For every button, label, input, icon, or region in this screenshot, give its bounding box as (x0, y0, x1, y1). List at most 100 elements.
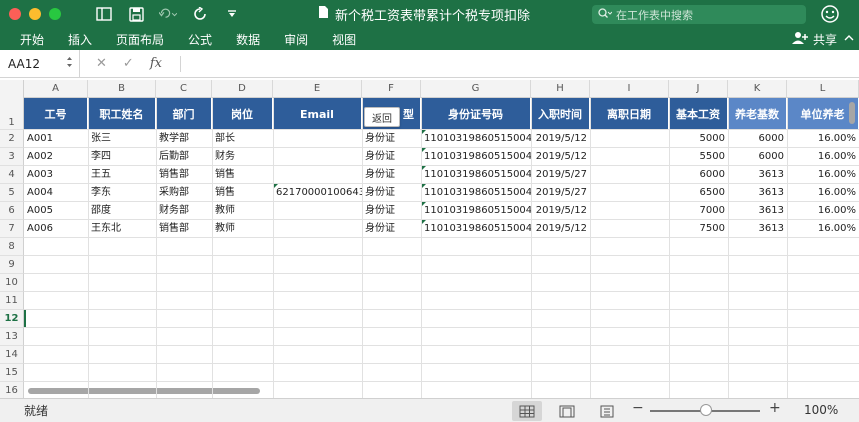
table-cell[interactable]: 3613 (728, 202, 787, 220)
back-button[interactable]: 返回 (364, 107, 400, 127)
table-cell[interactable]: 教师 (212, 202, 273, 220)
table-cell[interactable]: A006 (24, 220, 88, 238)
table-cell[interactable] (273, 220, 362, 238)
column-header-f[interactable]: F (362, 80, 421, 98)
worksheet-grid[interactable]: ABCDEFGHIJKL 工号 职工姓名 部门 岗位 Email 型身份证号码 入职时间 离职… (0, 78, 859, 398)
table-cell[interactable]: 3613 (728, 166, 787, 184)
table-cell[interactable]: 16.00% (787, 202, 859, 220)
sidebar-toggle-icon[interactable] (95, 5, 113, 23)
table-cell[interactable]: 2019/5/12 (531, 130, 590, 148)
table-cell[interactable]: 62170000100643600 (273, 184, 362, 202)
column-header-l[interactable]: L (787, 80, 859, 98)
table-cell[interactable]: 2019/5/12 (531, 148, 590, 166)
name-box-stepper-icon[interactable] (66, 56, 73, 71)
table-cell[interactable]: 身份证 (362, 130, 421, 148)
tab-home[interactable]: 开始 (0, 31, 56, 48)
vertical-scrollbar[interactable] (849, 102, 855, 124)
row-header-3[interactable]: 3 (0, 148, 24, 166)
table-cell[interactable]: 采购部 (156, 184, 212, 202)
confirm-entry-icon[interactable]: ✓ (123, 56, 134, 71)
horizontal-scrollbar[interactable] (28, 388, 260, 394)
table-cell[interactable]: 身份证 (362, 148, 421, 166)
minimize-window-button[interactable] (29, 8, 41, 20)
select-all-corner[interactable] (0, 80, 24, 98)
row-header-9[interactable]: 9 (0, 256, 24, 274)
row-header-2[interactable]: 2 (0, 130, 24, 148)
table-cell[interactable]: 110103198605150041 (421, 130, 531, 148)
table-cell[interactable]: 教学部 (156, 130, 212, 148)
row-header-14[interactable]: 14 (0, 346, 24, 364)
table-cell[interactable] (273, 166, 362, 184)
table-cell[interactable]: 16.00% (787, 148, 859, 166)
page-break-view-button[interactable] (592, 401, 622, 421)
header-cell[interactable]: 部门 (156, 98, 212, 130)
share-button[interactable]: 共享 (791, 28, 837, 50)
table-cell[interactable]: 6000 (669, 166, 728, 184)
column-header-a[interactable]: A (24, 80, 88, 98)
table-cell[interactable]: 身份证 (362, 220, 421, 238)
row-header-15[interactable]: 15 (0, 364, 24, 382)
table-cell[interactable]: 李东 (88, 184, 156, 202)
table-cell[interactable] (590, 166, 669, 184)
table-cell[interactable]: 7000 (669, 202, 728, 220)
table-cell[interactable]: 3613 (728, 184, 787, 202)
header-cell[interactable]: 岗位 (212, 98, 273, 130)
table-cell[interactable]: 2019/5/27 (531, 166, 590, 184)
page-layout-view-button[interactable] (552, 401, 582, 421)
table-cell[interactable]: A001 (24, 130, 88, 148)
table-cell[interactable] (590, 130, 669, 148)
collapse-ribbon-icon[interactable] (844, 32, 854, 45)
normal-view-button[interactable] (512, 401, 542, 421)
column-header-k[interactable]: K (728, 80, 787, 98)
tab-review[interactable]: 审阅 (272, 31, 320, 48)
tab-data[interactable]: 数据 (224, 31, 272, 48)
table-cell[interactable]: 6000 (728, 148, 787, 166)
table-cell[interactable]: 销售部 (156, 220, 212, 238)
row-header-12[interactable]: 12 (0, 310, 24, 328)
column-header-b[interactable]: B (88, 80, 156, 98)
column-header-e[interactable]: E (273, 80, 362, 98)
column-header-d[interactable]: D (212, 80, 273, 98)
table-cell[interactable]: 6500 (669, 184, 728, 202)
row-header-16[interactable]: 16 (0, 382, 24, 398)
column-header-h[interactable]: H (531, 80, 590, 98)
table-cell[interactable]: 2019/5/12 (531, 202, 590, 220)
table-cell[interactable] (590, 202, 669, 220)
table-cell[interactable]: A005 (24, 202, 88, 220)
table-cell[interactable]: 销售部 (156, 166, 212, 184)
zoom-in-button[interactable]: + (769, 400, 781, 416)
table-cell[interactable] (590, 148, 669, 166)
cancel-entry-icon[interactable]: ✕ (96, 56, 107, 71)
table-cell[interactable]: A004 (24, 184, 88, 202)
table-cell[interactable]: 销售 (212, 166, 273, 184)
table-cell[interactable]: 销售 (212, 184, 273, 202)
column-header-i[interactable]: I (590, 80, 669, 98)
zoom-level[interactable]: 100% (804, 403, 838, 417)
tab-page-layout[interactable]: 页面布局 (104, 31, 176, 48)
row-header-1[interactable]: 1 (0, 98, 24, 130)
tab-view[interactable]: 视图 (320, 31, 368, 48)
column-header-j[interactable]: J (669, 80, 728, 98)
header-cell[interactable]: 基本工资 (669, 98, 728, 130)
header-cell[interactable]: 入职时间 (531, 98, 590, 130)
table-cell[interactable]: 张三 (88, 130, 156, 148)
table-cell[interactable]: 财务 (212, 148, 273, 166)
table-cell[interactable]: 16.00% (787, 166, 859, 184)
table-cell[interactable]: 身份证 (362, 202, 421, 220)
table-cell[interactable]: 李四 (88, 148, 156, 166)
table-cell[interactable]: 教师 (212, 220, 273, 238)
feedback-smiley-icon[interactable] (820, 4, 840, 24)
table-cell[interactable]: 2019/5/27 (531, 184, 590, 202)
table-cell[interactable]: 3613 (728, 220, 787, 238)
redo-icon[interactable] (191, 5, 209, 23)
table-cell[interactable]: 110103198605150046 (421, 220, 531, 238)
header-cell[interactable]: Email (273, 98, 362, 130)
sheet-search-box[interactable]: 在工作表中搜索 (592, 5, 806, 24)
row-header-5[interactable]: 5 (0, 184, 24, 202)
row-header-13[interactable]: 13 (0, 328, 24, 346)
row-header-6[interactable]: 6 (0, 202, 24, 220)
table-cell[interactable]: 部长 (212, 130, 273, 148)
row-header-8[interactable]: 8 (0, 238, 24, 256)
table-cell[interactable]: 110103198605150043 (421, 166, 531, 184)
zoom-window-button[interactable] (49, 8, 61, 20)
